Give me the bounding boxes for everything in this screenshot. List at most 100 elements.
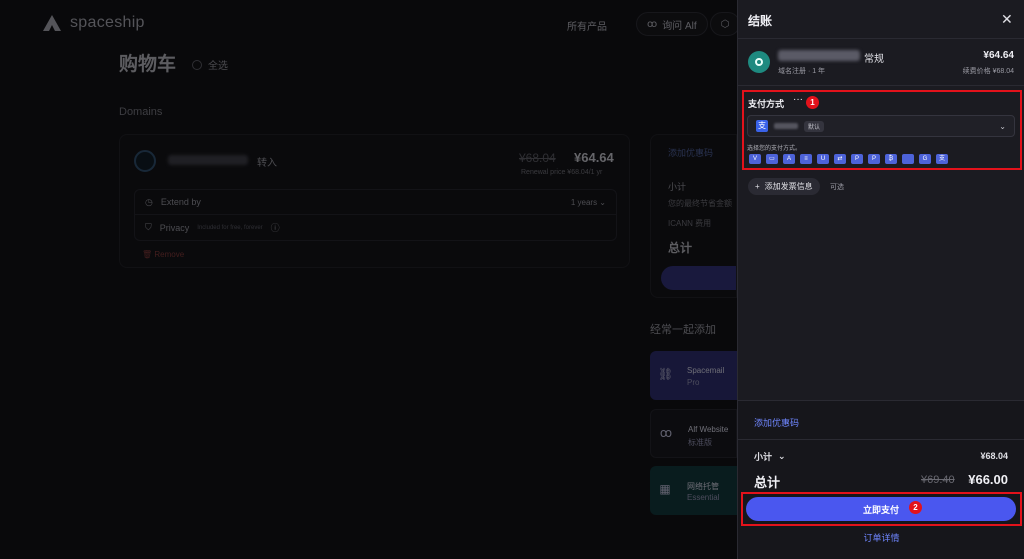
divider (738, 38, 1024, 39)
spaceship-logo-icon (43, 15, 61, 31)
google-pay-icon[interactable]: G (919, 154, 931, 164)
domain-item-icon (748, 51, 770, 73)
privacy-note: Included for free, forever (197, 224, 263, 231)
item-type: 常规 (864, 54, 884, 65)
summary-savings: 您的最终节省金额 (668, 199, 732, 208)
order-summary-card: 添加优惠码 小计 您的最终节省金额 ICANN 费用 总计 (650, 134, 737, 298)
order-details-link[interactable]: 订单详情 (738, 531, 1024, 544)
paypal-icon[interactable]: P (868, 154, 880, 164)
privacy-label: Privacy (159, 222, 190, 233)
addon-subtitle: Essential (687, 493, 720, 502)
bitcoin-icon[interactable]: ₿ (885, 154, 897, 164)
nav-more-button[interactable]: ⬡ (710, 12, 740, 36)
plus-icon: + (755, 182, 760, 191)
summary-icann: ICANN 费用 (668, 219, 712, 228)
chevron-down-icon: ⌄ (999, 121, 1006, 131)
pay-now-button[interactable]: 立即支付 (746, 497, 1016, 521)
bank-icon[interactable]: ≡ (800, 154, 812, 164)
item-price: ¥64.64 (983, 50, 1014, 61)
card-icon[interactable]: ▭ (766, 154, 778, 164)
addon-title: 网络托管 (687, 482, 719, 491)
nav-all-products[interactable]: 所有产品 (567, 18, 607, 33)
checkout-title: 结账 (748, 14, 773, 28)
summary-subtotal: 小计 (668, 182, 687, 192)
renewal-price: Renewal price ¥68.04/1 yr (521, 169, 603, 176)
addon-subtitle: Pro (687, 378, 700, 387)
shield-icon: ⛉ (145, 222, 152, 232)
divider (738, 85, 1024, 86)
addon-subtitle: 标准版 (688, 438, 712, 447)
addon-spacemail[interactable]: ⛓ Spacemail Pro (650, 351, 737, 400)
total-old-price: ¥69.40 (921, 474, 955, 486)
subtotal-label: 小计 (754, 452, 773, 462)
payment-choose-label: 选择您的支付方式。 (747, 146, 802, 152)
subtotal-toggle[interactable]: 小计 ⌄ (754, 450, 786, 463)
unionpay-icon[interactable]: U (817, 154, 829, 164)
remove-label: Remove (154, 250, 185, 259)
alf-icon: ꝏ (647, 18, 658, 30)
pay-icon[interactable]: P (851, 154, 863, 164)
hexagon-icon: ⬡ (720, 18, 730, 30)
summary-coupon-link[interactable]: 添加优惠码 (668, 146, 713, 159)
alipay-icon: 支 (756, 120, 768, 132)
link-icon: ⛓ (658, 367, 674, 381)
remove-button[interactable]: 🗑 Remove (142, 250, 184, 259)
item-subtitle: 域名注册 · 1 年 (778, 68, 826, 75)
add-coupon-link[interactable]: 添加优惠码 (754, 416, 799, 429)
checkout-panel: 结账 ✕ 常规 ¥64.64 域名注册 · 1 年 续费价格 ¥68.04 支付… (737, 0, 1024, 559)
alf-icon: ꝏ (659, 426, 673, 440)
add-invoice-label: 添加发票信息 (764, 182, 813, 191)
wire-icon[interactable]: ⇄ (834, 154, 846, 164)
total-label: 总计 (754, 475, 781, 490)
addon-title: Alf Website (688, 425, 729, 434)
close-icon[interactable]: ✕ (1001, 11, 1013, 28)
info-icon[interactable]: ⓘ (271, 221, 280, 234)
domain-icon (134, 150, 156, 172)
ask-alf-label: 询问 Alf (662, 20, 697, 32)
select-all-label: 全选 (208, 61, 228, 72)
addon-web-hosting[interactable]: ▦ 网络托管 Essential (650, 466, 737, 515)
ask-alf-button[interactable]: ꝏ 询问 Alf (636, 12, 708, 36)
domain-cart-item: 转入 ¥68.04 ¥64.64 Renewal price ¥68.04/1 … (119, 134, 630, 268)
select-all-checkbox[interactable]: 全选 (192, 57, 228, 72)
addon-title: Spacemail (687, 366, 725, 375)
alipay-icon[interactable]: 支 (936, 154, 948, 164)
chevron-down-icon: ⌄ (778, 451, 786, 461)
domain-name-redacted (168, 155, 248, 165)
privacy-row: ⛉ Privacy Included for free, forever ⓘ (134, 215, 617, 241)
extend-value: 1 years (570, 197, 598, 207)
page-title: 购物车 (119, 54, 177, 75)
item-renewal: 续费价格 ¥68.04 (962, 68, 1014, 75)
divider (738, 439, 1024, 440)
payment-method-title: 支付方式 (748, 99, 785, 109)
summary-checkout-button[interactable] (661, 266, 736, 290)
top-nav: spaceship 所有产品 ꝏ 询问 Alf ⬡ (0, 0, 740, 46)
domain-name-redacted (778, 50, 860, 61)
old-price: ¥68.04 (519, 151, 556, 165)
step-marker-2: 2 (909, 501, 922, 514)
add-invoice-button[interactable]: + 添加发票信息 (748, 178, 820, 195)
pay-now-label: 立即支付 (862, 504, 899, 515)
clock-icon: ◷ (145, 196, 153, 207)
subtotal-value: ¥68.04 (980, 451, 1008, 461)
new-price: ¥64.64 (574, 150, 614, 165)
apple-pay-icon[interactable] (902, 154, 914, 164)
default-badge: 默认 (804, 120, 825, 132)
payment-more-button[interactable]: ··· (793, 94, 803, 105)
summary-total: 总计 (668, 241, 693, 255)
transfer-label: 转入 (257, 158, 277, 169)
invoice-optional: 可选 (830, 184, 844, 191)
extend-label: Extend by (160, 197, 201, 207)
amex-icon[interactable]: A (783, 154, 795, 164)
extend-by-row[interactable]: ◷ Extend by 1 years ⌄ (134, 189, 617, 215)
extend-select[interactable]: 1 years ⌄ (571, 198, 606, 207)
addon-alf-website[interactable]: ꝏ Alf Website 标准版 (650, 409, 737, 458)
checkbox-circle (192, 59, 202, 70)
payment-method-select[interactable]: 支 默认 ⌄ (747, 115, 1015, 137)
visa-icon[interactable]: V (749, 154, 761, 164)
checkout-page: spaceship 所有产品 ꝏ 询问 Alf ⬡ 购物车 全选 Domains… (0, 0, 1024, 559)
logo[interactable]: spaceship (42, 14, 145, 32)
domains-section-label: Domains (119, 106, 163, 118)
account-redacted (774, 123, 798, 129)
logo-text: spaceship (70, 14, 145, 31)
